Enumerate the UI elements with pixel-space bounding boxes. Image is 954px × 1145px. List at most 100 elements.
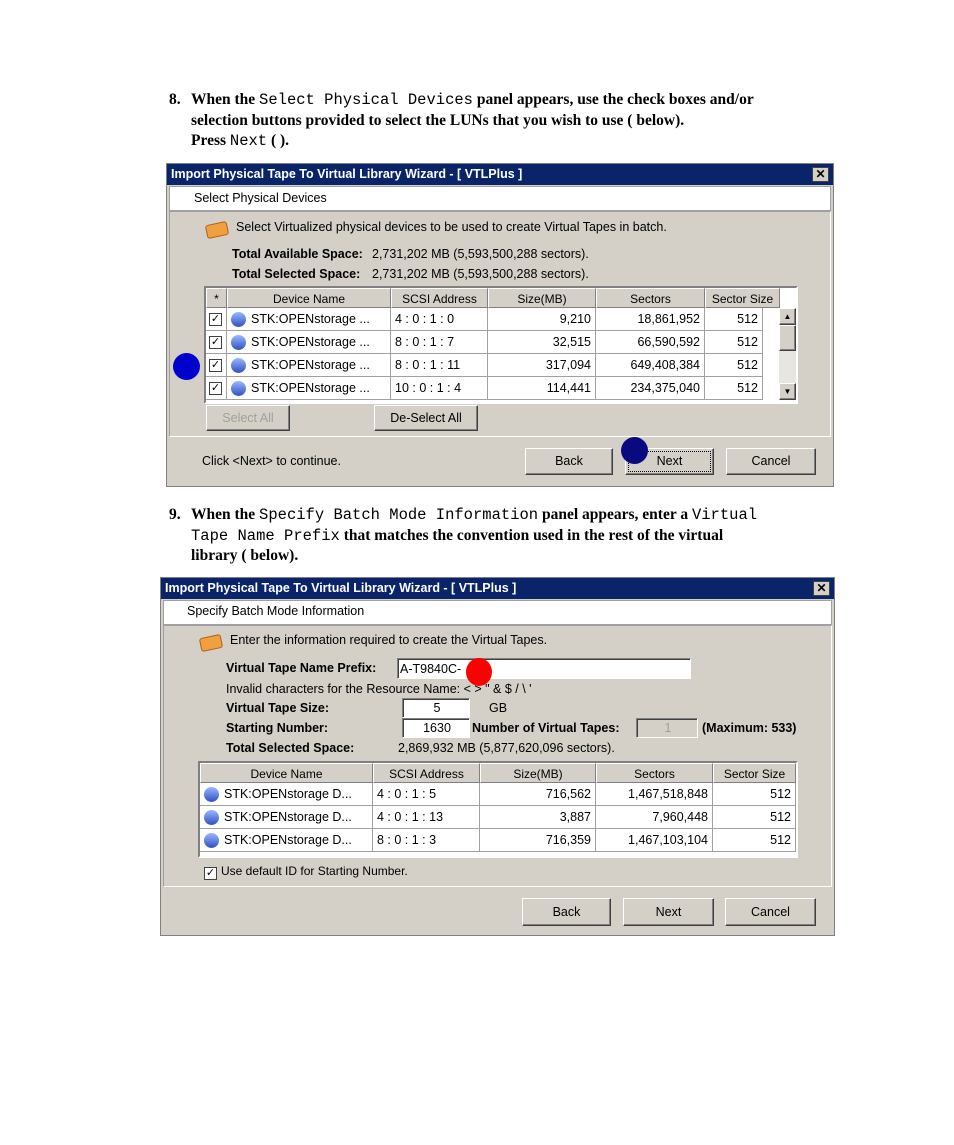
title-bar: Import Physical Tape To Virtual Library … xyxy=(167,164,833,185)
cell-text: 512 xyxy=(770,787,791,801)
column-header[interactable]: SCSI Address xyxy=(391,288,488,308)
selected-value: 2,731,202 MB (5,593,500,288 sectors). xyxy=(372,267,589,281)
row-checkbox[interactable]: ✓ xyxy=(206,308,227,331)
table-cell: 716,562 xyxy=(480,783,596,806)
callout-marker-blue xyxy=(173,353,200,380)
column-header[interactable]: Sectors xyxy=(596,763,713,783)
column-header[interactable]: Size(MB) xyxy=(480,763,596,783)
scroll-down-icon[interactable]: ▼ xyxy=(779,383,796,400)
table-cell: 4 : 0 : 1 : 0 xyxy=(391,308,488,331)
table-cell: 114,441 xyxy=(488,377,596,400)
table-cell: 512 xyxy=(713,829,796,852)
use-default-label: Use default ID for Starting Number. xyxy=(221,864,408,878)
scroll-thumb[interactable] xyxy=(779,325,796,351)
row-checkbox[interactable]: ✓ xyxy=(206,354,227,377)
cell-text: 66,590,592 xyxy=(637,335,700,349)
selected-label: Total Selected Space: xyxy=(232,267,361,281)
cell-text: 512 xyxy=(737,381,758,395)
device-icon xyxy=(231,358,246,374)
title-bar: Import Physical Tape To Virtual Library … xyxy=(161,578,834,599)
table-cell: 66,590,592 xyxy=(596,331,705,354)
cell-text: STK:OPENstorage ... xyxy=(251,358,370,372)
available-label: Total Available Space: xyxy=(232,247,363,261)
panel-header: Specify Batch Mode Information xyxy=(163,600,832,625)
panel-header: Select Physical Devices xyxy=(169,186,831,211)
cell-text: STK:OPENstorage D... xyxy=(224,810,352,824)
prefix-input[interactable] xyxy=(397,658,691,679)
table-cell: 716,359 xyxy=(480,829,596,852)
table-cell: 18,861,952 xyxy=(596,308,705,331)
count-label: Number of Virtual Tapes: xyxy=(472,721,620,735)
panel-body: Select Virtualized physical devices to b… xyxy=(169,211,831,437)
checkbox[interactable]: ✓ xyxy=(209,313,222,327)
column-header[interactable]: * xyxy=(206,288,227,308)
table-cell: 1,467,518,848 xyxy=(596,783,713,806)
cancel-button[interactable]: Cancel xyxy=(726,448,816,475)
column-header[interactable]: Sector Size xyxy=(705,288,780,308)
select-all-button[interactable]: Select All xyxy=(206,405,290,431)
cell-text: STK:OPENstorage ... xyxy=(251,381,370,395)
cell-text: 1,467,103,104 xyxy=(628,833,708,847)
checkbox[interactable]: ✓ xyxy=(209,382,222,396)
select-physical-devices-dialog: Import Physical Tape To Virtual Library … xyxy=(166,163,834,487)
close-button[interactable]: ✕ xyxy=(812,167,829,182)
deselect-all-button[interactable]: De-Select All xyxy=(374,405,478,431)
device-icon xyxy=(231,312,246,328)
invalid-chars-note: Invalid characters for the Resource Name… xyxy=(226,682,532,696)
step-number: 8. xyxy=(169,91,181,108)
scroll-up-icon[interactable]: ▲ xyxy=(779,308,796,325)
cell-text: 512 xyxy=(737,312,758,326)
column-header[interactable]: Device Name xyxy=(227,288,391,308)
cell-text: STK:OPENstorage D... xyxy=(224,787,352,801)
table-cell: 512 xyxy=(705,308,763,331)
checkbox[interactable]: ✓ xyxy=(209,336,222,350)
cell-text: 512 xyxy=(770,833,791,847)
starting-number-input[interactable]: 1630 xyxy=(402,718,470,738)
table-cell: 8 : 0 : 1 : 3 xyxy=(373,829,480,852)
table-cell: 512 xyxy=(705,331,763,354)
column-header[interactable]: SCSI Address xyxy=(373,763,480,783)
column-header[interactable]: Device Name xyxy=(200,763,373,783)
column-header[interactable]: Sectors xyxy=(596,288,705,308)
column-header[interactable]: Sector Size xyxy=(713,763,796,783)
cancel-button[interactable]: Cancel xyxy=(725,898,816,926)
available-value: 2,731,202 MB (5,593,500,288 sectors). xyxy=(372,247,589,261)
cell-text: 317,094 xyxy=(545,358,591,372)
checkbox[interactable]: ✓ xyxy=(209,359,222,373)
cell-text: 8 : 0 : 1 : 7 xyxy=(395,335,455,349)
next-button[interactable]: Next xyxy=(623,898,714,926)
use-default-checkbox[interactable]: ✓ xyxy=(204,865,217,883)
cell-text: STK:OPENstorage ... xyxy=(251,335,370,349)
table-cell: 4 : 0 : 1 : 13 xyxy=(373,806,480,829)
cell-text: 18,861,952 xyxy=(637,312,700,326)
table-cell: 8 : 0 : 1 : 7 xyxy=(391,331,488,354)
table-cell: STK:OPENstorage ... xyxy=(227,377,391,400)
step-number: 9. xyxy=(169,506,181,523)
cell-text: 10 : 0 : 1 : 4 xyxy=(395,381,462,395)
table-cell: 10 : 0 : 1 : 4 xyxy=(391,377,488,400)
back-button[interactable]: Back xyxy=(522,898,611,926)
table-cell: STK:OPENstorage D... xyxy=(200,829,373,852)
size-label: Virtual Tape Size: xyxy=(226,701,330,715)
scrollbar[interactable]: ▲ ▼ xyxy=(779,308,796,400)
row-checkbox[interactable]: ✓ xyxy=(206,377,227,400)
size-unit: GB xyxy=(489,701,508,715)
number-of-tapes-input[interactable]: 1 xyxy=(636,718,698,738)
device-icon xyxy=(204,833,219,849)
back-button[interactable]: Back xyxy=(525,448,613,475)
row-checkbox[interactable]: ✓ xyxy=(206,331,227,354)
column-header[interactable]: Size(MB) xyxy=(488,288,596,308)
table-cell: 234,375,040 xyxy=(596,377,705,400)
table-cell: STK:OPENstorage ... xyxy=(227,308,391,331)
table-cell: 317,094 xyxy=(488,354,596,377)
table-cell: 512 xyxy=(705,354,763,377)
table-cell: 7,960,448 xyxy=(596,806,713,829)
close-button[interactable]: ✕ xyxy=(813,581,830,596)
table-cell: 1,467,103,104 xyxy=(596,829,713,852)
selected-label: Total Selected Space: xyxy=(226,741,355,755)
cell-text: 114,441 xyxy=(546,381,591,395)
tape-size-input[interactable]: 5 xyxy=(402,698,470,718)
cell-text: 649,408,384 xyxy=(630,358,700,372)
step-9-text: 9. When the Specify Batch Mode Informati… xyxy=(169,506,758,564)
table-cell: STK:OPENstorage D... xyxy=(200,806,373,829)
